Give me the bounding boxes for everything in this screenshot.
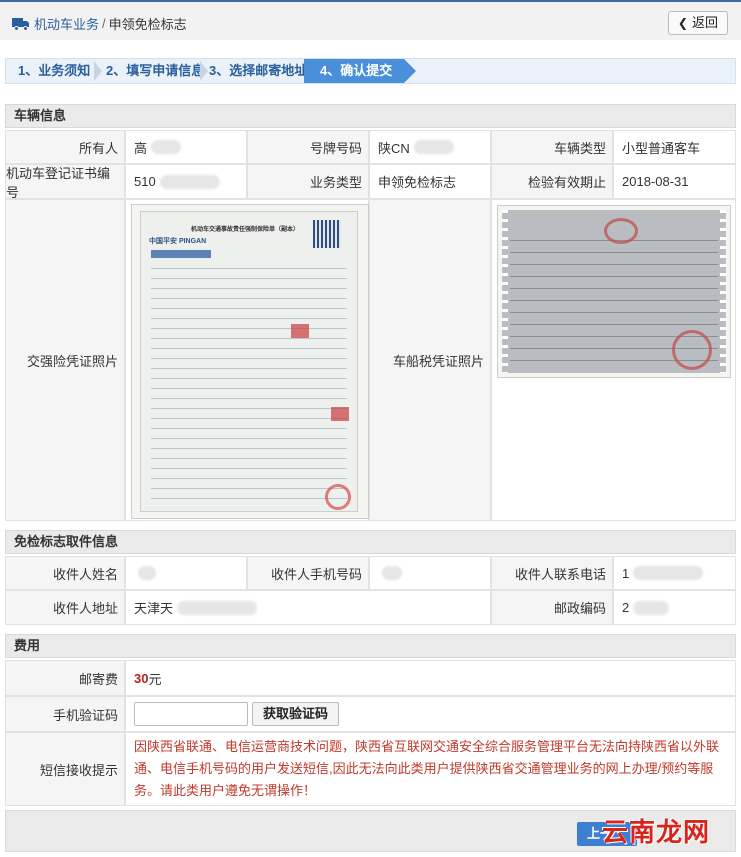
plate-value: 陕CN <box>369 130 491 164</box>
business-type-value: 申领免检标志 <box>369 164 491 199</box>
get-code-button[interactable]: 获取验证码 <box>252 702 340 726</box>
step-separator-icon <box>200 61 208 81</box>
redacted-mask <box>633 600 670 615</box>
seal-stamp-icon <box>672 330 712 370</box>
tax-document-image <box>502 210 726 373</box>
insurance-document-image: 中国平安 PINGAN 机动车交通事故责任强制保险单（副本） <box>140 211 358 512</box>
sms-notice-text: 因陕西省联通、电信运营商技术问题，陕西省互联网交通安全综合服务管理平台无法向持陕… <box>125 732 736 806</box>
seal-stamp-icon <box>325 484 351 510</box>
section-fee-title: 费用 <box>5 634 736 658</box>
recipient-name-value <box>125 556 247 590</box>
back-button[interactable]: ❮ 返回 <box>667 11 728 35</box>
registration-cert-value-text: 510 <box>134 174 156 189</box>
registration-cert-value: 510 <box>125 164 247 199</box>
insurance-certificate-photo[interactable]: 中国平安 PINGAN 机动车交通事故责任强制保险单（副本） <box>131 204 369 519</box>
owner-value: 高 <box>125 130 247 164</box>
postal-code-value: 2 <box>613 590 736 625</box>
qr-code-icon <box>313 220 341 248</box>
step-3: 3、选择邮寄地址 <box>209 63 308 78</box>
vessel-tax-photo-label: 车船税凭证照片 <box>369 199 491 521</box>
sms-notice-label: 短信接收提示 <box>5 732 125 806</box>
vessel-tax-certificate-photo[interactable] <box>497 205 731 378</box>
recipient-address-label: 收件人地址 <box>5 590 125 625</box>
owner-label: 所有人 <box>5 130 125 164</box>
owner-value-text: 高 <box>134 140 148 156</box>
recipient-mobile-label: 收件人手机号码 <box>247 556 369 590</box>
top-bar: 机动车业务 / 申领免检标志 ❮ 返回 <box>0 0 741 40</box>
site-watermark-logo: 云南龙网 <box>602 818 711 848</box>
insurance-brand: 中国平安 PINGAN <box>149 238 207 245</box>
redacted-mask <box>413 140 454 154</box>
step-separator-icon <box>94 61 102 81</box>
registration-cert-label: 机动车登记证书编号 <box>5 164 125 200</box>
redacted-mask <box>633 566 704 580</box>
redacted-mask <box>151 140 182 154</box>
recipient-address-value-text: 天津天 <box>134 601 174 616</box>
insurance-photo-label: 交强险凭证照片 <box>5 199 125 521</box>
recipient-phone-value: 1 <box>613 556 736 590</box>
business-type-label: 业务类型 <box>247 164 369 199</box>
breadcrumb-separator: / <box>102 16 106 31</box>
recipient-mobile-value <box>369 556 491 590</box>
insurance-header-bar <box>151 250 211 258</box>
postal-code-label: 邮政编码 <box>491 590 613 625</box>
plate-value-text: 陕CN <box>378 140 410 156</box>
sms-code-input[interactable] <box>134 702 248 726</box>
truck-icon <box>12 17 30 31</box>
redacted-mask <box>138 566 156 580</box>
recipient-phone-value-text: 1 <box>622 565 630 581</box>
breadcrumb-parent-link[interactable]: 机动车业务 <box>34 14 99 33</box>
inspection-expiry-label: 检验有效期止 <box>491 164 613 199</box>
postage-amount: 30 <box>134 670 149 686</box>
recipient-name-label: 收件人姓名 <box>5 556 125 590</box>
sms-code-label: 手机验证码 <box>5 696 125 732</box>
postage-label: 邮寄费 <box>5 660 125 696</box>
breadcrumb-current: 申领免检标志 <box>108 17 187 32</box>
redacted-mask <box>382 566 402 580</box>
inspection-expiry-value: 2018-08-31 <box>613 164 736 199</box>
step-2: 2、填写申请信息 <box>106 63 205 78</box>
step-4-active: 4、确认提交 <box>304 59 416 83</box>
step-progress-bar: 1、业务须知 2、填写申请信息 3、选择邮寄地址 4、确认提交 <box>5 58 736 84</box>
postage-value: 30 元 <box>125 660 736 696</box>
redacted-mask <box>177 600 258 615</box>
chevron-left-icon: ❮ <box>677 16 688 30</box>
seal-stamp-icon <box>604 218 638 244</box>
section-delivery-info-title: 免检标志取件信息 <box>5 530 736 554</box>
back-button-label: 返回 <box>691 15 718 30</box>
recipient-address-value: 天津天 <box>125 590 491 625</box>
postage-unit: 元 <box>148 671 162 687</box>
step-1: 1、业务须知 <box>18 63 91 78</box>
section-vehicle-info-title: 车辆信息 <box>5 104 736 128</box>
plate-label: 号牌号码 <box>247 130 369 164</box>
breadcrumb: 机动车业务 / 申领免检标志 <box>12 14 187 33</box>
sms-code-row: 获取验证码 <box>125 696 736 732</box>
postal-code-value-text: 2 <box>622 600 630 615</box>
vehicle-type-value: 小型普通客车 <box>613 130 736 164</box>
recipient-phone-label: 收件人联系电话 <box>491 556 613 590</box>
vehicle-type-label: 车辆类型 <box>491 130 613 164</box>
insurance-doc-title: 机动车交通事故责任强制保险单（副本） <box>191 227 300 233</box>
redacted-mask <box>159 174 220 189</box>
